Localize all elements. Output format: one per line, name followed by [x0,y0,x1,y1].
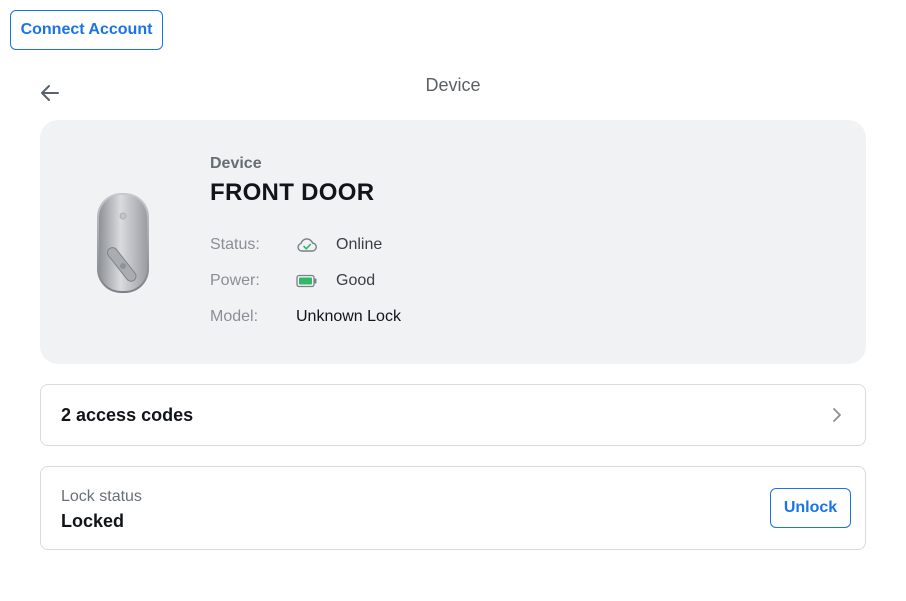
smart-lock-image [97,193,149,293]
lock-status-value: Locked [61,511,125,531]
cloud-check-icon [296,237,336,253]
lock-status-card: Lock status Locked Unlock [40,466,866,550]
chevron-right-icon [833,408,841,422]
device-section-label: Device [210,155,262,172]
model-key: Model: [210,308,259,325]
access-codes-label: 2 access codes [61,404,194,425]
status-key: Status: [210,236,260,253]
status-value: Online [336,236,383,253]
power-value: Good [336,272,376,289]
lock-status-label: Lock status [61,488,142,505]
battery-icon [296,274,336,288]
power-row: Power: Good [210,272,375,290]
power-key: Power: [210,272,260,289]
access-codes-row[interactable]: 2 access codes [40,384,866,446]
device-card: Device FRONT DOOR Status: Online Power: … [40,120,866,364]
status-row: Status: Online [210,236,382,254]
model-value: Unknown Lock [296,308,401,325]
model-row: Model: Unknown Lock [210,308,401,326]
device-name: FRONT DOOR [210,179,375,206]
unlock-button[interactable]: Unlock [770,488,851,528]
page-title: Device [425,75,481,95]
connect-account-button[interactable]: Connect Account [10,10,163,50]
